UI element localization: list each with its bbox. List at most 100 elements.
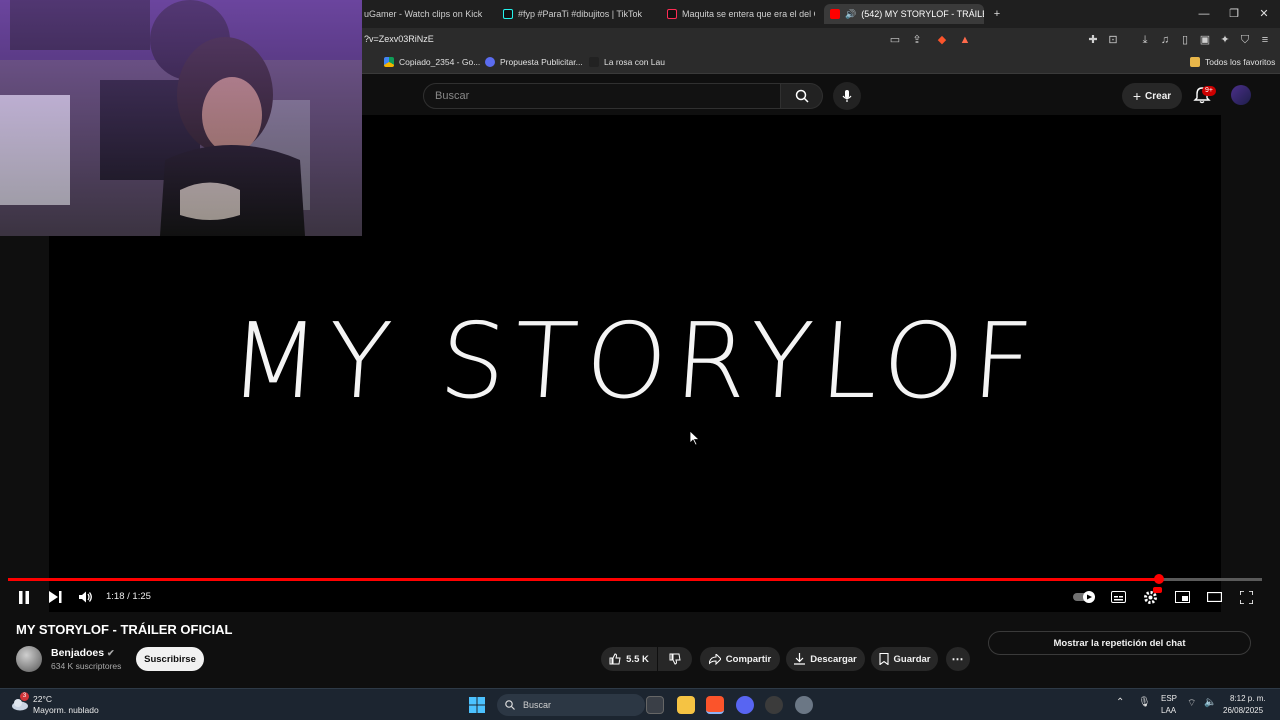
app-icon[interactable]	[795, 696, 813, 714]
tab-tiktok-clip[interactable]: Maquita se entera que era el del Clip	[667, 4, 815, 24]
bookmark-item[interactable]: Copiado_2354 - Go...	[384, 57, 480, 67]
create-button[interactable]: + Crear	[1122, 83, 1182, 109]
speaker-icon: 🔊	[845, 8, 857, 19]
save-button[interactable]: Guardar	[871, 647, 938, 671]
notification-badge: 9+	[1202, 86, 1216, 96]
brave-rewards-icon[interactable]: ▲	[958, 33, 972, 47]
share-icon	[708, 653, 721, 665]
mouse-cursor-icon	[689, 430, 701, 446]
account-avatar[interactable]	[1231, 85, 1251, 105]
microphone-tray-icon[interactable]: 🎙	[1138, 697, 1151, 708]
youtube-icon	[830, 9, 840, 19]
media-icon[interactable]: ♫	[1158, 33, 1172, 47]
channel-name-text: Benjadoes	[51, 647, 105, 659]
autoplay-toggle[interactable]	[1073, 588, 1097, 606]
tab-kick[interactable]: uGamer - Watch clips on Kick	[364, 4, 492, 24]
channel-avatar[interactable]	[16, 646, 42, 672]
next-button[interactable]	[46, 588, 64, 606]
bookmark-label: Copiado_2354 - Go...	[399, 57, 481, 67]
wallet-icon[interactable]: ▣	[1198, 33, 1212, 47]
weather-description: Mayorm. nublado	[33, 705, 99, 715]
search-icon	[795, 89, 809, 103]
bookmark-site-icon	[485, 57, 495, 67]
bookmark-site-icon	[589, 57, 599, 67]
fullscreen-button[interactable]	[1237, 588, 1255, 606]
show-chat-replay-button[interactable]: Mostrar la repetición del chat	[988, 631, 1251, 655]
verified-icon: ✔	[107, 648, 115, 658]
pause-button[interactable]	[15, 588, 33, 606]
skip-next-icon	[48, 591, 61, 603]
progress-scrubber[interactable]	[1154, 574, 1164, 584]
tiktok-icon	[503, 9, 513, 19]
sidebar-icon[interactable]: ▯	[1178, 33, 1192, 47]
all-bookmarks-folder[interactable]: Todos los favoritos	[1190, 57, 1275, 67]
extensions-icon[interactable]: ✚	[1086, 33, 1100, 47]
brave-shields-icon[interactable]: ◆	[935, 33, 949, 47]
video-title: MY STORYLOF - TRÁILER OFICIAL	[16, 622, 233, 637]
subscriber-count: 634 K suscriptores	[51, 661, 122, 671]
taskbar-search[interactable]: Buscar	[497, 694, 645, 716]
like-button[interactable]: 5.5 K	[601, 647, 657, 671]
dislike-button[interactable]	[658, 647, 692, 671]
theater-mode-button[interactable]	[1205, 588, 1223, 606]
miniplayer-button[interactable]	[1173, 588, 1191, 606]
url-field[interactable]: ?v=Zexv03RiNzE	[364, 34, 434, 44]
vpn-icon[interactable]: ⛉	[1238, 33, 1252, 47]
download-icon[interactable]: ⤓	[1138, 33, 1152, 47]
maximize-button[interactable]: ❐	[1226, 6, 1242, 22]
task-view-icon[interactable]	[646, 696, 664, 714]
speaker-tray-icon[interactable]: 🔈	[1204, 697, 1216, 708]
more-dots-icon: ⋯	[951, 652, 965, 666]
tab-youtube-active[interactable]: 🔊 (542) MY STORYLOF - TRÁILER ✕	[824, 4, 984, 24]
clock-date[interactable]: 26/08/2025	[1223, 706, 1263, 715]
time-display: 1:18 / 1:25	[106, 591, 151, 602]
volume-button[interactable]	[77, 588, 95, 606]
discord-icon[interactable]	[736, 696, 754, 714]
cast-icon[interactable]: ▭	[888, 33, 902, 47]
bookmark-label: Todos los favoritos	[1205, 57, 1276, 67]
wifi-icon[interactable]: ⌔	[1187, 697, 1196, 710]
fullscreen-icon	[1239, 590, 1253, 604]
clock-time[interactable]: 8:12 p. m.	[1230, 694, 1266, 703]
download-button[interactable]: Descargar	[786, 647, 865, 671]
share-page-icon[interactable]: ⇪	[910, 33, 924, 47]
search-box	[423, 83, 781, 109]
subtitles-button[interactable]	[1109, 588, 1127, 606]
windows-start-icon[interactable]	[469, 697, 485, 713]
subscribe-button[interactable]: Suscribirse	[136, 647, 204, 671]
voice-search-button[interactable]	[833, 82, 861, 110]
bookmark-item[interactable]: Propuesta Publicitar...	[485, 57, 583, 67]
bookmark-label: Propuesta Publicitar...	[500, 57, 583, 67]
progress-bar-played	[8, 578, 1159, 581]
window-close-button[interactable]: ✕	[1256, 6, 1272, 22]
microphone-icon	[842, 90, 852, 102]
tray-chevron-icon[interactable]: ⌃	[1116, 697, 1124, 708]
search-button[interactable]	[781, 83, 823, 109]
brave-browser-icon[interactable]	[706, 696, 724, 714]
leo-ai-icon[interactable]: ✦	[1218, 33, 1232, 47]
keyboard-language[interactable]: ESP	[1161, 694, 1177, 703]
screenshot-icon[interactable]: ⊡	[1106, 33, 1120, 47]
bookmark-item[interactable]: La rosa con Lau	[589, 57, 665, 67]
file-explorer-icon[interactable]	[677, 696, 695, 714]
new-tab-button[interactable]: +	[989, 6, 1005, 22]
minimize-button[interactable]: —	[1196, 6, 1212, 22]
autoplay-icon	[1073, 591, 1095, 603]
channel-name[interactable]: Benjadoes ✔	[51, 647, 115, 659]
search-input[interactable]	[424, 84, 780, 108]
like-count: 5.5 K	[626, 653, 649, 665]
keyboard-layout[interactable]: LAA	[1161, 706, 1176, 715]
tab-label: Maquita se entera que era el del Clip	[682, 9, 815, 19]
obs-icon[interactable]	[765, 696, 783, 714]
tiktok-icon	[667, 9, 677, 19]
more-actions-button[interactable]: ⋯	[946, 647, 970, 671]
hd-badge-icon	[1153, 587, 1162, 593]
bookmark-label: La rosa con Lau	[604, 57, 665, 67]
search-icon	[505, 700, 515, 710]
menu-icon[interactable]: ≡	[1258, 33, 1272, 47]
share-button[interactable]: Compartir	[700, 647, 780, 671]
tab-tiktok[interactable]: #fyp #ParaTi #dibujitos | TikTok	[503, 4, 643, 24]
windows-taskbar: 3 22°C Mayorm. nublado Buscar ⌃ 🎙 ESP LA…	[0, 688, 1280, 720]
webcam-overlay	[0, 0, 362, 236]
volume-icon	[79, 591, 92, 603]
